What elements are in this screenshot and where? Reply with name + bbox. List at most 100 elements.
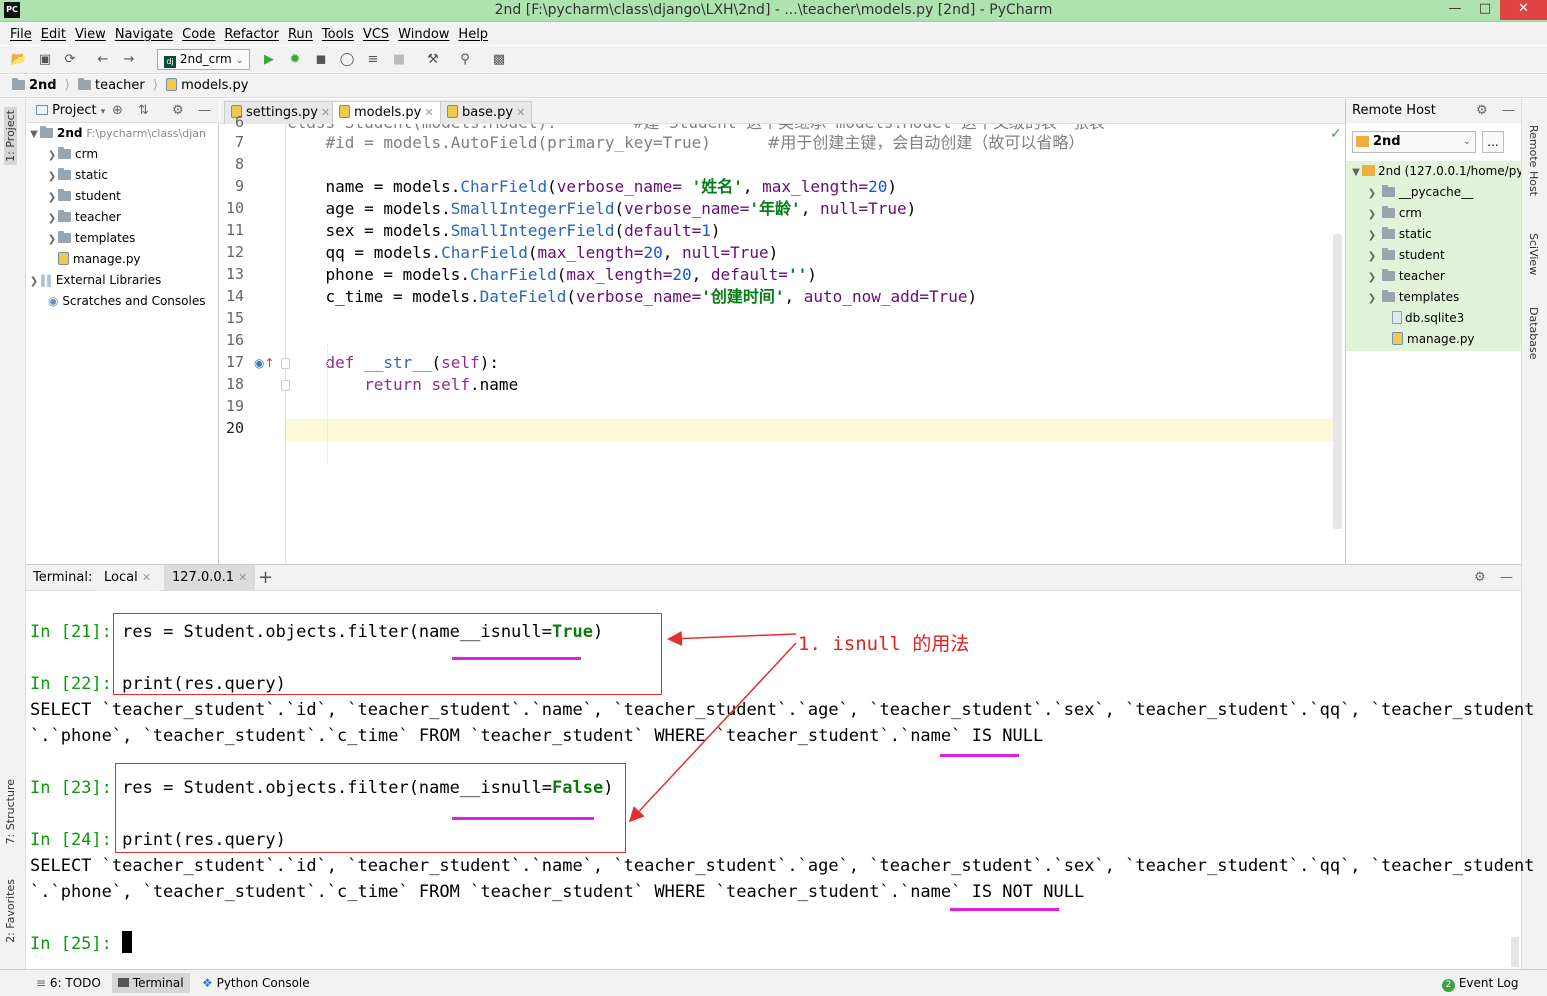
remote-item-manage-py[interactable]: manage.py	[1346, 329, 1522, 350]
tab-sciview[interactable]: SciView	[1527, 233, 1540, 275]
tree-item-scratches[interactable]: ◉ Scratches and Consoles	[26, 291, 219, 312]
forward-arrow-icon[interactable]: →	[120, 51, 138, 69]
remote-item-db[interactable]: db.sqlite3	[1346, 308, 1522, 329]
todo-icon: ≡	[36, 976, 47, 990]
more-button[interactable]: ...	[1482, 131, 1504, 153]
menu-file[interactable]: File	[10, 27, 32, 42]
server-select[interactable]: 2nd ⌄	[1352, 131, 1476, 153]
close-tab-icon[interactable]: ✕	[516, 106, 525, 119]
breadcrumb-models[interactable]: models.py	[166, 78, 248, 93]
tab-models-py[interactable]: models.py ✕	[332, 101, 441, 124]
chevron-right-icon: ❯	[1367, 230, 1377, 241]
tab-terminal[interactable]: Terminal	[112, 973, 190, 993]
breadcrumb-teacher[interactable]: teacher	[77, 78, 145, 93]
tree-item-crm[interactable]: ❯ crm	[26, 144, 219, 165]
tab-favorites[interactable]: 2: Favorites	[4, 879, 17, 943]
line-gutter: 6 7 8 9 10 11 12 13 14 15 16 17 18 19 20…	[220, 113, 290, 564]
menu-view[interactable]: View	[75, 27, 106, 42]
chevron-right-icon: ❯	[1367, 272, 1377, 283]
annotation-arrows	[628, 631, 797, 823]
editor-scrollbar[interactable]	[1333, 234, 1342, 529]
settings-wrench-icon[interactable]: ⚒	[424, 51, 442, 69]
coverage-icon[interactable]: ◼	[312, 51, 330, 69]
locate-icon[interactable]: ⊕	[112, 99, 123, 123]
chevron-down-icon: ⌄	[235, 55, 244, 66]
chevron-right-icon: ⟩	[64, 78, 70, 93]
code-line-7: #id = models.AutoField(primary_key=True)…	[287, 133, 1085, 152]
inspection-ok-icon[interactable]: ✓	[1330, 126, 1342, 142]
debug-icon[interactable]: ✹	[286, 51, 304, 69]
menu-window[interactable]: Window	[398, 27, 449, 42]
code-line-18: return self.name	[364, 375, 519, 394]
tree-item-manage-py[interactable]: manage.py	[26, 249, 219, 270]
menu-code[interactable]: Code	[182, 27, 215, 42]
tab-database[interactable]: Database	[1527, 307, 1540, 360]
code-line-11: sex = models.SmallIntegerField(default=1…	[287, 221, 721, 240]
remote-item-teacher[interactable]: ❯ teacher	[1346, 266, 1522, 287]
maximize-icon[interactable]: □	[1470, 0, 1500, 20]
run-config-select[interactable]: dj 2nd_crm ⌄	[157, 49, 250, 70]
tree-item-static[interactable]: ❯ static	[26, 165, 219, 186]
profile-icon[interactable]: ◯	[338, 51, 356, 69]
tree-item-root[interactable]: ▼ 2nd F:\pycharm\class\djan	[26, 123, 219, 144]
line-number: 12	[225, 243, 244, 261]
breadcrumb: 2nd ⟩ teacher ⟩ models.py	[0, 75, 1547, 98]
collapse-icon[interactable]: ⇅	[138, 99, 149, 123]
remote-item-pycache[interactable]: ❯ __pycache__	[1346, 182, 1522, 203]
menu-navigate[interactable]: Navigate	[115, 27, 173, 42]
run-icon[interactable]: ▶	[260, 51, 278, 69]
tab-project[interactable]: 1: Project	[4, 107, 17, 165]
chevron-down-icon: ▼	[30, 129, 38, 140]
stop-icon[interactable]: ■	[390, 51, 408, 69]
hide-icon[interactable]: —	[198, 99, 211, 123]
event-log-button[interactable]: 2 Event Log	[1436, 973, 1524, 993]
minimize-icon[interactable]: —	[1440, 0, 1470, 20]
override-marker-icon[interactable]: ◉↑	[254, 356, 275, 370]
remote-item-student[interactable]: ❯ student	[1346, 245, 1522, 266]
tab-todo[interactable]: ≡ 6: TODO	[30, 973, 107, 993]
close-tab-icon[interactable]: ✕	[321, 106, 330, 119]
tree-item-teacher[interactable]: ❯ teacher	[26, 207, 219, 228]
back-arrow-icon[interactable]: ←	[94, 51, 112, 69]
project-title[interactable]: Project	[52, 103, 96, 118]
remote-item-templates[interactable]: ❯ templates	[1346, 287, 1522, 308]
menu-run[interactable]: Run	[288, 27, 313, 42]
tree-item-templates[interactable]: ❯ templates	[26, 228, 219, 249]
folder-icon	[1381, 206, 1395, 218]
close-icon[interactable]: ✕	[1500, 0, 1547, 20]
tree-item-external-libraries[interactable]: ❯ ‖‖ External Libraries	[26, 270, 219, 291]
menu-edit[interactable]: Edit	[41, 27, 66, 42]
tab-python-console[interactable]: ❖ Python Console	[196, 973, 316, 993]
gear-icon[interactable]: ⚙	[172, 99, 184, 123]
concurrency-icon[interactable]: ≡	[364, 51, 382, 69]
line-number: 10	[225, 199, 244, 217]
code-line-14: c_time = models.DateField(verbose_name='…	[287, 287, 978, 306]
hide-icon[interactable]: —	[1502, 99, 1515, 123]
open-folder-icon[interactable]: 📂	[10, 51, 28, 69]
close-tab-icon[interactable]: ✕	[424, 106, 433, 119]
sftp-server-icon	[1362, 165, 1375, 176]
menu-refactor[interactable]: Refactor	[224, 27, 279, 42]
sftp-icon[interactable]: ▩	[490, 51, 508, 69]
tab-structure[interactable]: 7: Structure	[4, 779, 17, 844]
chevron-down-icon[interactable]: ▾	[101, 107, 106, 117]
chevron-down-icon: ⌄	[1462, 136, 1471, 147]
remote-root[interactable]: ▼ 2nd (127.0.0.1/home/py	[1346, 161, 1522, 182]
window-title: 2nd [F:\pycharm\class\django\LXH\2nd] - …	[494, 2, 1053, 18]
terminal-scrollbar[interactable]	[1511, 937, 1519, 967]
menu-vcs[interactable]: VCS	[363, 27, 389, 42]
search-icon[interactable]: ⚲	[456, 51, 474, 69]
gear-icon[interactable]: ⚙	[1476, 99, 1488, 123]
code-area[interactable]: class Student(models.Model): #建 Student …	[287, 124, 1335, 539]
sync-icon[interactable]: ⟳	[61, 51, 79, 69]
remote-item-static[interactable]: ❯ static	[1346, 224, 1522, 245]
tree-item-student[interactable]: ❯ student	[26, 186, 219, 207]
tab-base-py[interactable]: base.py ✕	[440, 101, 533, 124]
folder-icon	[1381, 290, 1395, 302]
breadcrumb-root[interactable]: 2nd	[12, 78, 57, 93]
save-icon[interactable]: ▣	[36, 51, 54, 69]
menu-tools[interactable]: Tools	[322, 27, 354, 42]
tab-remote-host[interactable]: Remote Host	[1527, 125, 1540, 196]
menu-help[interactable]: Help	[458, 27, 488, 42]
remote-item-crm[interactable]: ❯ crm	[1346, 203, 1522, 224]
